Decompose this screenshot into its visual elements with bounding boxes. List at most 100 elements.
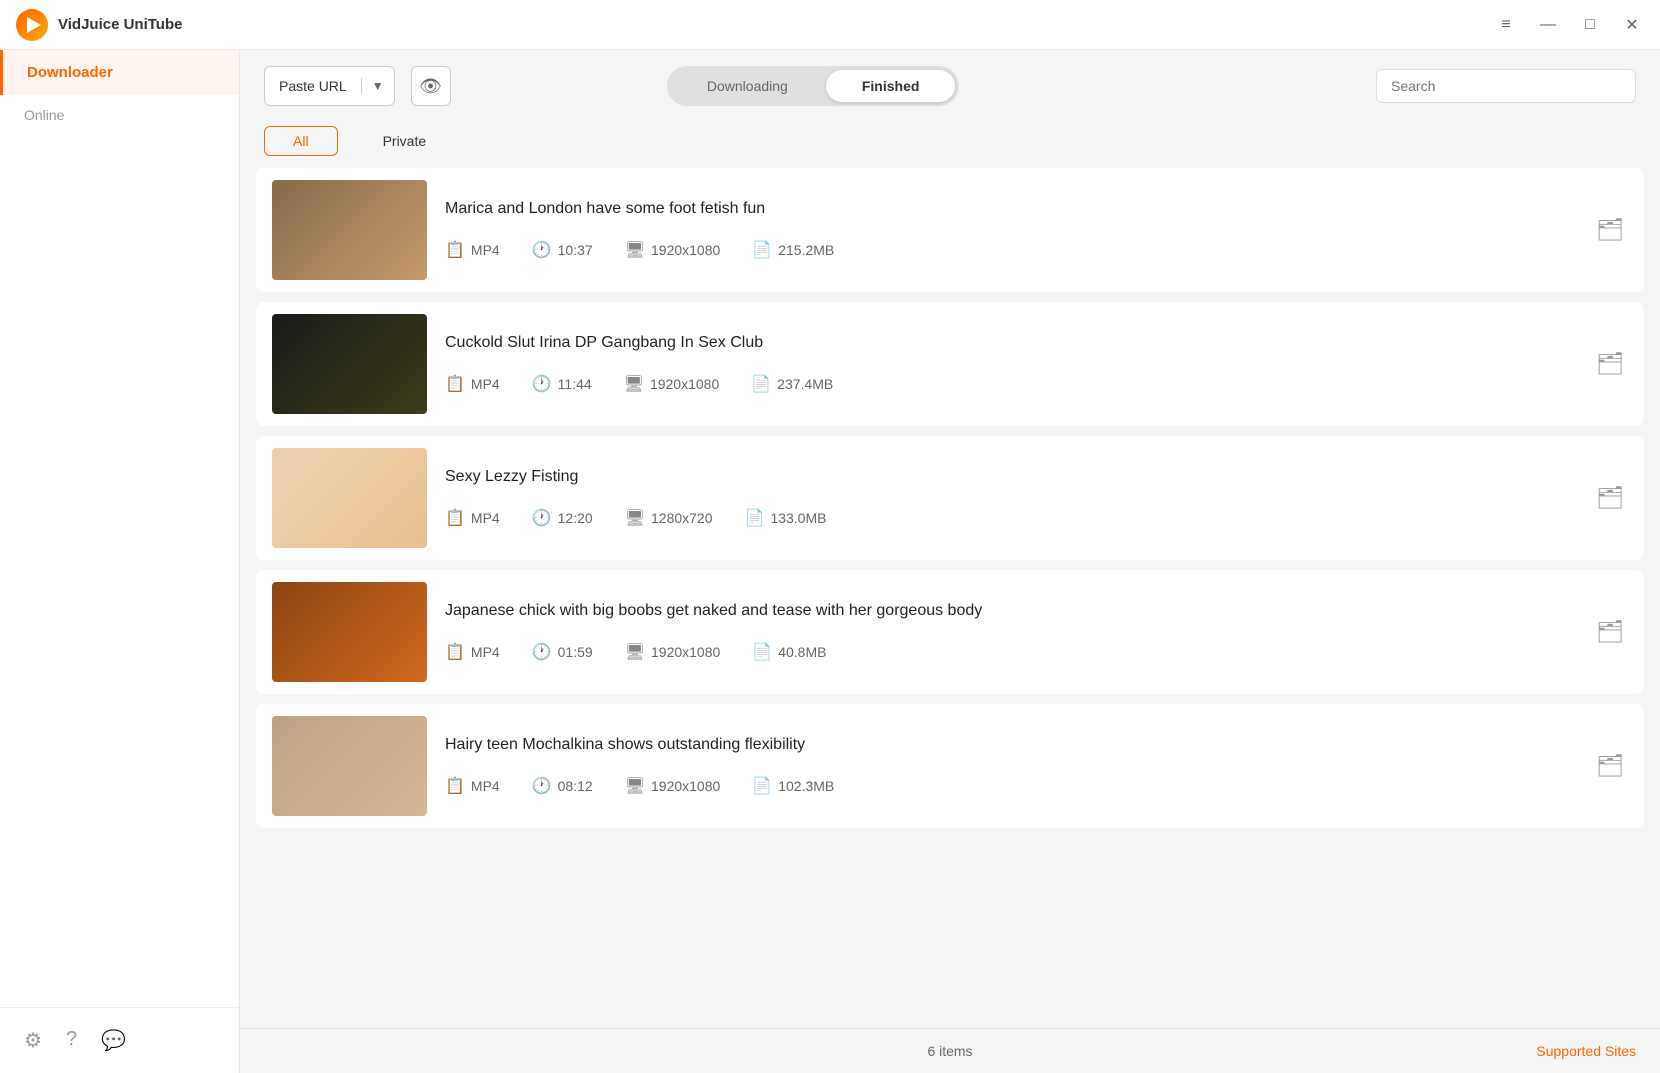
tab-finished[interactable]: Finished [826,70,956,102]
meta-duration-2: 🕐11:44 [532,374,592,394]
menu-button[interactable]: ≡ [1494,13,1518,37]
format-value-4: MP4 [471,644,500,660]
search-input[interactable] [1376,69,1636,103]
resolution-value-3: 1280x720 [651,510,713,526]
maximize-button[interactable]: □ [1578,13,1602,37]
size-value-3: 133.0MB [770,510,826,526]
video-item-3: Sexy Lezzy Fisting 📋MP4 🕐12:20 🖥 1280x720 📄 13… [256,436,1644,560]
main-layout: Downloader Online ⚙ ? 💬 Paste URL ▼ 👁 Do… [0,50,1660,1073]
sub-tab-private[interactable]: Private [354,126,456,156]
meta-format-1: 📋 MP4 [445,240,500,260]
format-icon-2: 📋 [445,374,465,394]
watch-icon-button[interactable]: 👁 [411,66,451,106]
size-value-2: 237.4MB [777,376,833,392]
item-count: 6 items [927,1043,972,1059]
open-folder-button-2[interactable]: 🗂 [1596,351,1624,377]
meta-format-5: 📋 MP4 [445,776,500,796]
meta-size-1: 📄215.2MB [752,240,834,260]
format-value-3: MP4 [471,510,500,526]
video-thumb-1 [272,180,427,280]
sub-tab-all[interactable]: All [264,126,338,156]
meta-format-3: 📋MP4 [445,508,500,528]
meta-size-3: 📄 133.0MB [745,508,827,528]
download-tab-group: Downloading Finished [667,66,960,106]
content-area: Paste URL ▼ 👁 Downloading Finished All P… [240,50,1660,1073]
format-icon-4: 📋 [445,642,465,662]
size-icon-5: 📄 [752,776,772,796]
video-item-1: Marica and London have some foot fetish … [256,168,1644,292]
close-button[interactable]: ✕ [1620,13,1644,37]
meta-format-2: 📋MP4 [445,374,500,394]
video-info-5: Hairy teen Mochalkina shows outstanding … [445,736,1628,796]
paste-url-button[interactable]: Paste URL ▼ [264,66,395,106]
meta-resolution-3: 🖥 1280x720 [625,508,713,528]
tab-downloading[interactable]: Downloading [671,70,824,102]
duration-value-4: 01:59 [558,644,593,660]
size-icon-4: 📄 [752,642,772,662]
meta-duration-5: 🕐08:12 [532,776,593,796]
minimize-button[interactable]: — [1536,13,1560,37]
video-meta-3: 📋MP4 🕐12:20 🖥 1280x720 📄 133.0MB [445,508,1628,528]
meta-resolution-4: 🖥 1920x1080 [625,642,721,662]
resolution-value-1: 1920x1080 [651,242,720,258]
sidebar-footer: ⚙ ? 💬 [0,1007,239,1073]
format-value-5: MP4 [471,778,500,794]
eye-icon: 👁 [419,76,442,97]
titlebar: VidJuice UniTube ≡ — □ ✕ [0,0,1660,50]
footer: 6 items Supported Sites [240,1028,1660,1073]
video-item-4: Japanese chick with big boobs get naked … [256,570,1644,694]
sidebar-item-downloader[interactable]: Downloader [0,50,239,95]
resolution-value-4: 1920x1080 [651,644,720,660]
settings-icon[interactable]: ⚙ [24,1028,42,1053]
app-logo [16,9,48,41]
open-folder-button-5[interactable]: 🗂 [1596,753,1624,779]
meta-duration-1: 🕐 10:37 [532,240,593,260]
sidebar: Downloader Online ⚙ ? 💬 [0,50,240,1073]
resolution-icon-1: 🖥 [625,240,645,260]
video-info-2: Cuckold Slut Irina DP Gangbang In Sex Cl… [445,334,1628,394]
video-item-2: Cuckold Slut Irina DP Gangbang In Sex Cl… [256,302,1644,426]
paste-url-dropdown-icon: ▼ [362,79,394,93]
video-title-3: Sexy Lezzy Fisting [445,468,1628,486]
video-thumb-5 [272,716,427,816]
video-meta-2: 📋MP4🕐11:44🖥1920x1080📄237.4MB [445,374,1628,394]
format-value-1: MP4 [471,242,500,258]
chat-icon[interactable]: 💬 [101,1028,126,1053]
size-value-4: 40.8MB [778,644,826,660]
help-icon[interactable]: ? [66,1028,77,1053]
meta-resolution-1: 🖥 1920x1080 [625,240,721,260]
duration-icon-3: 🕐 [532,508,552,528]
video-meta-1: 📋 MP4 🕐 10:37 🖥 1920x1080 📄215.2MB [445,240,1628,260]
duration-value-5: 08:12 [558,778,593,794]
duration-value-1: 10:37 [558,242,593,258]
video-title-5: Hairy teen Mochalkina shows outstanding … [445,736,1628,754]
open-folder-button-1[interactable]: 🗂 [1596,217,1624,243]
supported-sites-link[interactable]: Supported Sites [1536,1043,1636,1059]
duration-icon-2: 🕐 [532,374,552,394]
video-meta-5: 📋MP4🕐08:12🖥1920x1080📄102.3MB [445,776,1628,796]
meta-size-2: 📄 237.4MB [751,374,833,394]
format-icon-5: 📋 [445,776,465,796]
open-folder-button-3[interactable]: 🗂 [1596,485,1624,511]
sidebar-section-online: Online [0,95,239,129]
resolution-icon-3: 🖥 [625,508,645,528]
duration-icon-1: 🕐 [532,240,552,260]
resolution-icon-2: 🖥 [624,374,644,394]
video-thumb-2 [272,314,427,414]
size-icon-3: 📄 [745,508,765,528]
size-value-1: 215.2MB [778,242,834,258]
open-folder-button-4[interactable]: 🗂 [1596,619,1624,645]
video-meta-4: 📋 MP4 🕐01:59 🖥 1920x1080 📄 40.8MB [445,642,1628,662]
video-title-2: Cuckold Slut Irina DP Gangbang In Sex Cl… [445,334,1628,352]
format-icon-1: 📋 [445,240,465,260]
app-title: VidJuice UniTube [58,16,1494,33]
window-controls: ≡ — □ ✕ [1494,13,1644,37]
video-title-4: Japanese chick with big boobs get naked … [445,602,1628,620]
meta-duration-4: 🕐01:59 [532,642,593,662]
resolution-icon-4: 🖥 [625,642,645,662]
meta-size-5: 📄102.3MB [752,776,834,796]
video-info-4: Japanese chick with big boobs get naked … [445,602,1628,662]
meta-duration-3: 🕐12:20 [532,508,593,528]
size-icon-2: 📄 [751,374,771,394]
video-thumb-3 [272,448,427,548]
